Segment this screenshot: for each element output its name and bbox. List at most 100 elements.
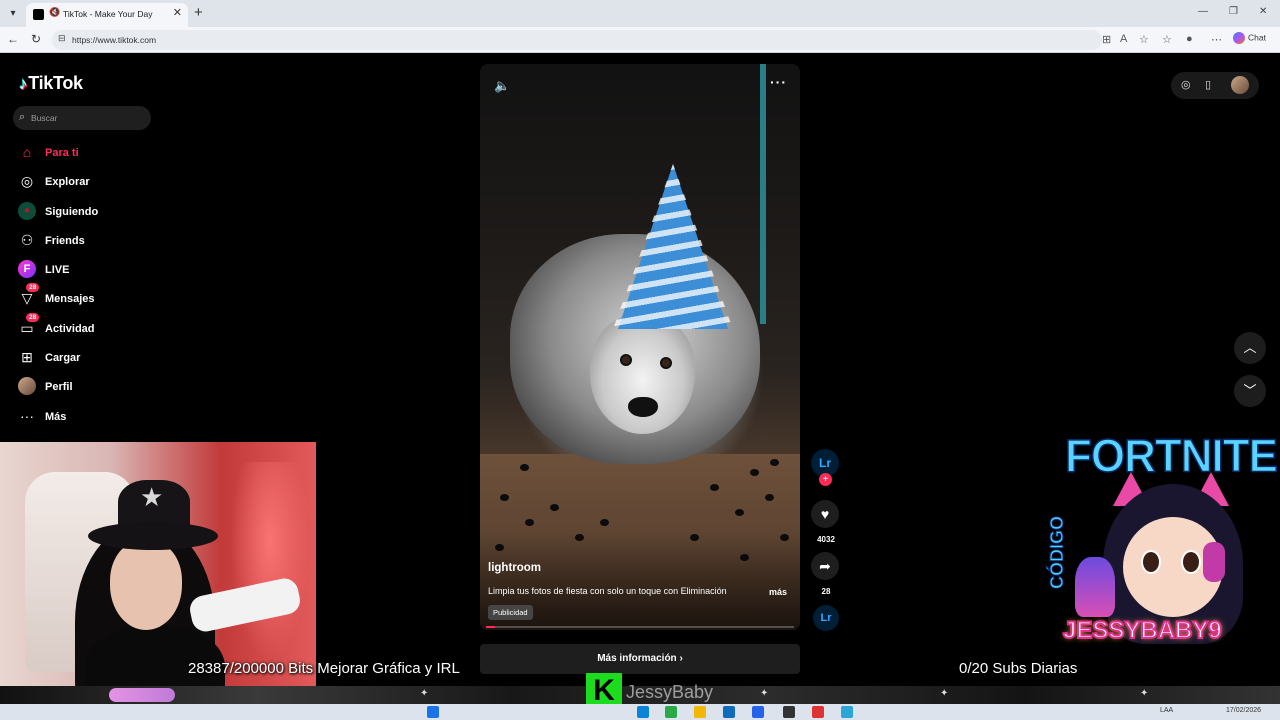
llama-icon <box>1075 557 1115 617</box>
folder-icon[interactable] <box>694 706 706 718</box>
mail-icon[interactable] <box>723 706 735 718</box>
search-input[interactable] <box>31 110 141 126</box>
start-icon[interactable] <box>427 706 439 718</box>
user-avatar[interactable] <box>1231 76 1249 94</box>
video-more-link[interactable]: más <box>769 587 787 597</box>
music-disc[interactable]: Lr <box>813 605 839 631</box>
profile-avatar-icon: ● <box>18 377 36 396</box>
device-icon[interactable]: ▯ <box>1205 78 1211 91</box>
heart-icon: ♥ <box>820 506 830 522</box>
taskbar-language[interactable]: LAA <box>1160 707 1173 714</box>
next-video-button[interactable]: ﹀ <box>1234 375 1266 407</box>
following-avatar-icon: ● <box>18 201 36 220</box>
search-box[interactable]: ⌕ <box>13 106 151 130</box>
screen: ▾ 🔇 TikTok - Make Your Day ✕ + — ❐ ✕ ← ↻… <box>0 0 1280 720</box>
back-icon[interactable]: ← <box>7 32 19 46</box>
chevron-up-icon: ︿ <box>1243 340 1257 355</box>
like-button[interactable]: ♥ <box>811 500 839 528</box>
video-description: Limpia tus fotos de fiesta con solo un t… <box>488 586 727 596</box>
app-icon[interactable] <box>665 706 677 718</box>
url-field[interactable]: ⊟ https://www.tiktok.com <box>52 30 1102 50</box>
sidebar-item-label: Friends <box>45 234 85 247</box>
sidebar-item-para-ti[interactable]: ⌂ Para ti <box>16 139 166 168</box>
confetti-dot <box>600 519 609 526</box>
tiktok-note-icon: ♪ <box>19 74 28 93</box>
sidebar-item-mensajes[interactable]: ▽ 28 Mensajes <box>16 283 166 314</box>
tab-title: TikTok - Make Your Day <box>63 9 153 19</box>
site-info-icon[interactable]: ⊟ <box>58 33 66 44</box>
chat-label: Chat <box>1248 32 1266 43</box>
profile-icon[interactable]: ● <box>1186 33 1193 45</box>
close-tab-icon[interactable]: ✕ <box>173 6 182 19</box>
video-dog-nose <box>628 397 658 417</box>
favorites-list-icon[interactable]: ☆ <box>1162 33 1172 46</box>
sparkle-icon: ✦ <box>420 688 429 699</box>
promo-code: JESSYBABY9 <box>1062 616 1223 645</box>
app-install-icon[interactable]: ⊞ <box>1102 33 1111 46</box>
headset-icon <box>1203 542 1225 582</box>
share-button[interactable]: ➦ <box>811 552 839 580</box>
taskbar-date[interactable]: 17/02/2026 <box>1226 707 1261 714</box>
video-progress-bar[interactable] <box>486 626 794 628</box>
confetti-dot <box>710 484 719 491</box>
sidebar-item-actividad[interactable]: ▭ 28 Actividad <box>16 312 166 344</box>
close-window-icon[interactable]: ✕ <box>1259 6 1267 17</box>
restore-icon[interactable]: ❐ <box>1229 6 1238 17</box>
minimize-icon[interactable]: — <box>1198 6 1208 17</box>
chevron-down-icon: ﹀ <box>1243 383 1257 398</box>
obs-icon[interactable] <box>783 706 795 718</box>
compass-icon: ◎ <box>20 173 34 190</box>
upload-icon: ⊞ <box>21 349 33 366</box>
sidebar-item-siguiendo[interactable]: ● Siguiendo <box>16 198 166 227</box>
previous-video-button[interactable]: ︿ <box>1234 332 1266 364</box>
sidebar-item-explorar[interactable]: ◎ Explorar <box>16 168 166 197</box>
coins-icon[interactable]: ◎ <box>1181 78 1191 91</box>
sparkle-icon: ✦ <box>940 688 949 699</box>
confetti-dot <box>735 509 744 516</box>
edge-icon[interactable] <box>637 706 649 718</box>
new-tab-icon[interactable]: + <box>194 4 203 21</box>
video-author[interactable]: lightroom <box>488 562 541 574</box>
tiktok-logo[interactable]: ♪TikTok <box>19 73 83 94</box>
notification-badge: 28 <box>26 312 40 322</box>
video-more-options-icon[interactable]: ··· <box>770 74 787 90</box>
menu-dots-icon[interactable]: ⋯ <box>1211 33 1222 46</box>
app2-icon[interactable] <box>812 706 824 718</box>
follow-plus-icon[interactable]: + <box>819 473 832 486</box>
more-info-button[interactable]: Más información › <box>480 644 800 674</box>
tab-list-icon[interactable]: ▾ <box>4 5 22 23</box>
cam-light <box>230 462 310 662</box>
reload-icon[interactable]: ↻ <box>31 32 41 46</box>
video-dog-eye <box>660 357 672 369</box>
tiktok-favicon-icon <box>33 9 44 20</box>
sidebar-item-friends[interactable]: ⚇ Friends <box>16 227 166 256</box>
store-icon[interactable] <box>752 706 764 718</box>
favorite-star-icon[interactable]: ☆ <box>1139 33 1149 46</box>
app3-icon[interactable] <box>841 706 853 718</box>
sidebar-item-perfil[interactable]: ● Perfil <box>16 373 166 402</box>
friends-icon: ⚇ <box>20 231 34 248</box>
sidebar-item-más[interactable]: ··· Más <box>16 403 166 432</box>
browser-tab[interactable]: 🔇 TikTok - Make Your Day ✕ <box>26 3 188 27</box>
volume-icon[interactable]: 🔈 <box>494 78 510 94</box>
notification-badge: 28 <box>26 283 40 293</box>
sidebar-item-label: Mensajes <box>45 293 95 306</box>
sidebar-item-label: Explorar <box>45 176 90 189</box>
more-info-label: Más información <box>597 653 677 664</box>
video-chair-leg <box>760 64 766 324</box>
sidebar-item-cargar[interactable]: ⊞ Cargar <box>16 344 166 373</box>
brand-name: TikTok <box>28 73 83 93</box>
copilot-icon <box>1233 32 1245 44</box>
copilot-chat-button[interactable]: Chat <box>1233 32 1266 44</box>
chevron-right-icon: › <box>679 653 683 664</box>
live-icon: F <box>18 260 36 279</box>
video-player[interactable]: 🔈 ··· lightroom Limpia tus fotos de fies… <box>480 64 800 630</box>
mute-tab-icon[interactable]: 🔇 <box>49 7 60 18</box>
sidebar-item-label: Para ti <box>45 147 79 159</box>
sparkle-icon: ✦ <box>1140 688 1149 699</box>
sidebar-item-live[interactable]: F LIVE <box>16 256 166 285</box>
promo-character-eye <box>1141 550 1161 574</box>
translate-icon[interactable]: A <box>1120 33 1127 45</box>
share-icon: ➦ <box>819 558 831 574</box>
sidebar-item-label: Más <box>45 410 67 423</box>
